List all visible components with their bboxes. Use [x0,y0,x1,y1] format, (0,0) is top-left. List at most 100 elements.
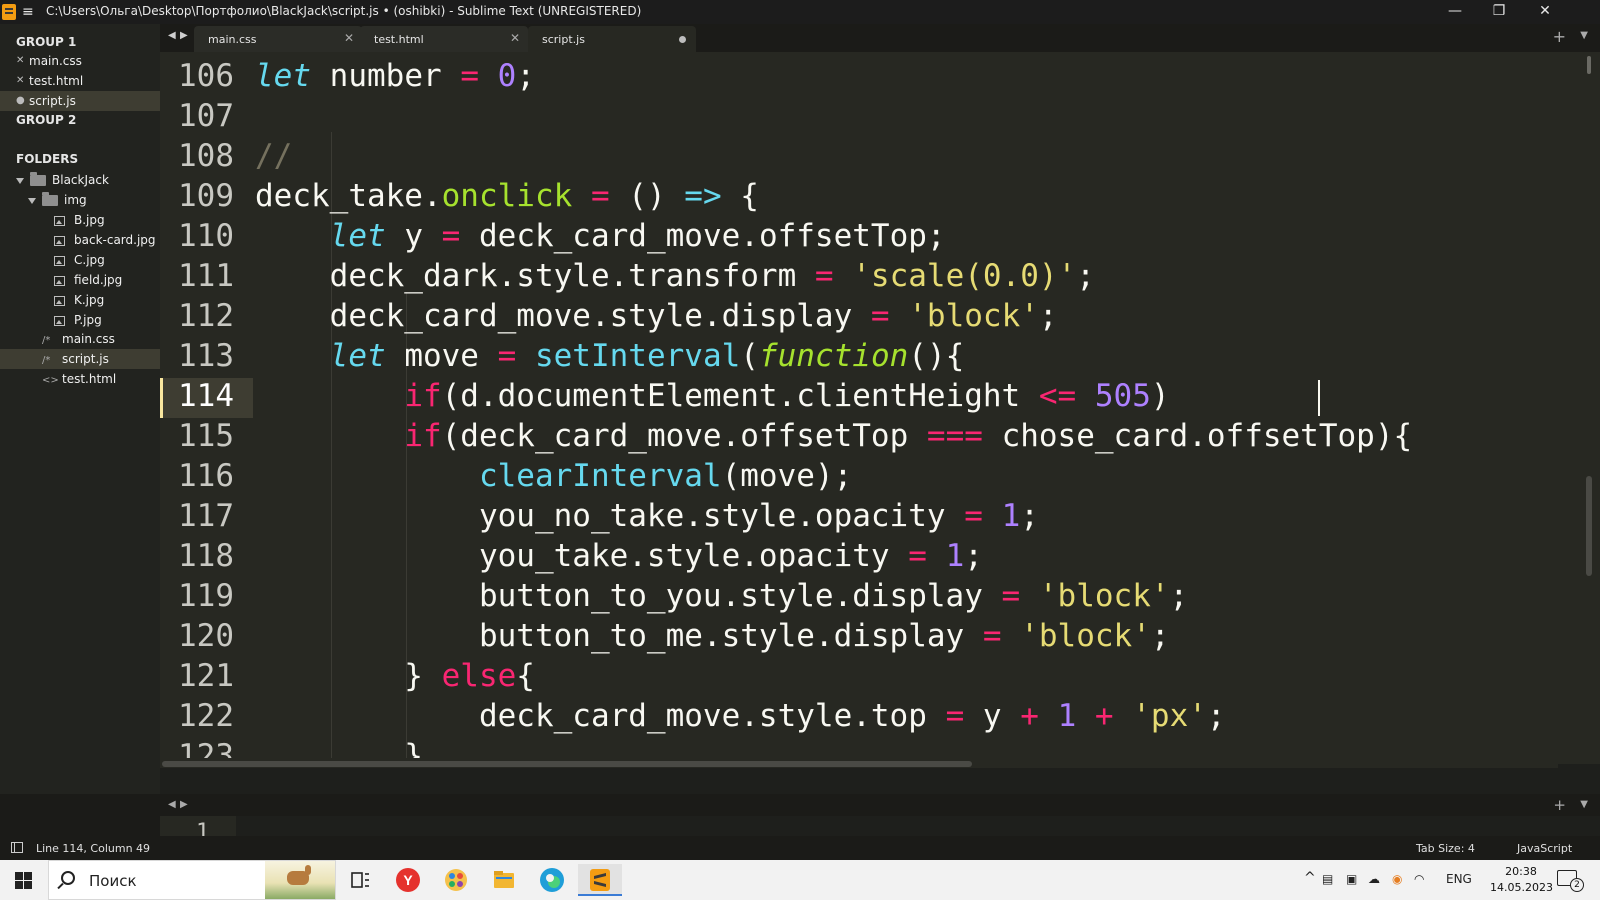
line-number: 111 [178,258,234,294]
tree-file-image[interactable]: K.jpg [54,290,104,310]
new-tab-plus-icon[interactable]: + [1553,796,1566,814]
sublime-text-taskbar-icon[interactable] [578,864,622,896]
meet-now-icon[interactable]: ▣ [1346,872,1357,886]
toggle-panel-icon[interactable] [11,842,23,853]
close-button[interactable]: ✕ [1522,0,1568,24]
input-language[interactable]: ENG [1446,872,1472,886]
windows-taskbar: Поиск Y ^ ▤ ▣ ☁ ◉ ◠ ENG 20:38 14.05.2023… [0,860,1600,900]
tab-script-js[interactable]: script.js [528,26,696,52]
svg-text:Y: Y [403,872,413,888]
tab-size-selector[interactable]: Tab Size: 4 [1416,842,1475,855]
code-line: button_to_you.style.display = 'block'; [255,578,1189,614]
scrollbar-thumb[interactable] [1586,476,1592,576]
sidebar-footer [0,794,160,836]
tree-file-image[interactable]: back-card.jpg [54,230,156,250]
file-label: main.css [62,332,115,346]
open-file-main-css[interactable]: ✕ main.css [0,51,160,71]
hamburger-menu-icon[interactable]: ≡ [22,5,36,19]
tree-file-image[interactable]: B.jpg [54,210,105,230]
chevron-down-icon[interactable] [16,177,24,184]
code-line: deck_card_move.style.top = y + 1 + 'px'; [255,698,1226,734]
folder-blackjack[interactable]: BlackJack [16,170,109,190]
maximize-button[interactable]: ❐ [1476,0,1522,24]
chevron-down-icon[interactable] [28,197,36,204]
line-number: 116 [178,458,234,494]
taskbar-search-box[interactable]: Поиск [48,860,336,900]
file-label: test.html [62,372,117,386]
line-number: 108 [178,138,234,174]
line-number: 114 [178,378,234,414]
tree-file-script-js[interactable]: /* script.js [0,349,160,369]
tab-dropdown-icon[interactable]: ▼ [1580,30,1588,41]
scrollbar-thumb[interactable] [162,761,972,767]
tree-file-image[interactable]: P.jpg [54,310,102,330]
tab-test-html[interactable]: test.html ✕ [360,26,528,52]
close-icon[interactable]: ✕ [16,51,24,71]
notification-center-icon[interactable]: 2 [1557,870,1584,892]
close-icon[interactable]: ✕ [344,31,354,45]
tab-right-arrow-icon[interactable]: ▶ [180,799,188,810]
syntax-selector[interactable]: JavaScript [1517,842,1572,855]
code-line: clearInterval(move); [478,458,853,494]
windows-start-icon[interactable] [15,872,32,889]
onedrive-cloud-icon[interactable]: ☁ [1368,872,1380,886]
tab-main-css[interactable]: main.css ✕ [194,26,362,52]
line-number-gutter: 106 107 108 109 110 111 112 113 114 115 116 117 118 1… [160,52,252,764]
tree-file-image[interactable]: C.jpg [54,250,105,270]
window-title: C:\Users\Ольга\Desktop\Портфолио\BlackJa… [46,4,642,18]
dot-icon: ● [16,95,25,106]
line-number: 119 [178,578,234,614]
line-number: 118 [178,538,234,574]
tray-chevron-up-icon[interactable]: ^ [1304,870,1316,886]
second-group-editor[interactable]: 1 [160,816,1600,836]
open-file-label: main.css [29,54,82,68]
system-clock[interactable]: 20:38 14.05.2023 [1490,864,1553,896]
unsaved-dot-icon[interactable] [679,36,686,43]
code-line: deck_take.onclick = () => { [255,178,759,214]
code-line: let number = 0; [255,58,535,94]
line-number: 1 [196,820,210,836]
folder-label: BlackJack [52,173,109,187]
open-file-script-js[interactable]: ● script.js [0,91,160,111]
close-icon[interactable]: ✕ [16,71,24,91]
tab-left-arrow-icon[interactable]: ◀ [168,799,176,810]
yandex-browser-icon[interactable]: Y [386,864,430,896]
code-file-icon: /* [42,355,51,366]
title-bar: ≡ C:\Users\Ольга\Desktop\Портфолио\Black… [0,0,1600,24]
tree-file-main-css[interactable]: /* main.css [42,329,115,349]
tree-file-test-html[interactable]: <> test.html [42,369,116,389]
sidebar: GROUP 1 ✕ main.css ✕ test.html ● script.… [0,24,160,836]
vertical-scrollbar[interactable] [1586,56,1592,760]
image-file-icon [54,315,65,326]
wifi-icon[interactable]: ◠ [1414,872,1424,886]
image-file-icon [54,215,65,226]
clock-time: 20:38 [1505,865,1537,878]
open-file-test-html[interactable]: ✕ test.html [0,71,160,91]
code-editor[interactable]: 106 107 108 109 110 111 112 113 114 115 116 117 118 1… [160,52,1600,764]
file-label: field.jpg [74,273,123,287]
text-cursor [1318,380,1320,416]
paint-app-icon[interactable] [434,864,478,896]
chrome-status-icon[interactable]: ◉ [1392,872,1402,886]
tab-right-arrow-icon[interactable]: ▶ [180,30,188,41]
second-group-tab-bar: ◀ ▶ + ▼ [160,794,1600,816]
cursor-position[interactable]: Line 114, Column 49 [36,842,150,855]
close-icon[interactable]: ✕ [510,31,520,45]
minimize-button[interactable]: — [1432,0,1478,24]
tree-file-image[interactable]: field.jpg [54,270,122,290]
task-view-icon[interactable] [338,864,382,896]
search-icon [61,871,75,885]
line-number: 112 [178,298,234,334]
folder-img[interactable]: img [28,190,87,210]
tab-left-arrow-icon[interactable]: ◀ [168,30,176,41]
code-line: } else{ [255,658,535,694]
code-line: if(deck_card_move.offsetTop === chose_ca… [404,418,1413,454]
tab-dropdown-icon[interactable]: ▼ [1580,799,1588,810]
new-tab-plus-icon[interactable]: + [1553,27,1566,46]
horizontal-scrollbar[interactable] [160,758,1558,768]
line-number: 109 [178,178,234,214]
usb-drive-icon[interactable]: ▤ [1322,872,1333,886]
edge-browser-icon[interactable] [530,864,574,896]
file-explorer-icon[interactable] [482,864,526,896]
line-number: 113 [178,338,234,374]
